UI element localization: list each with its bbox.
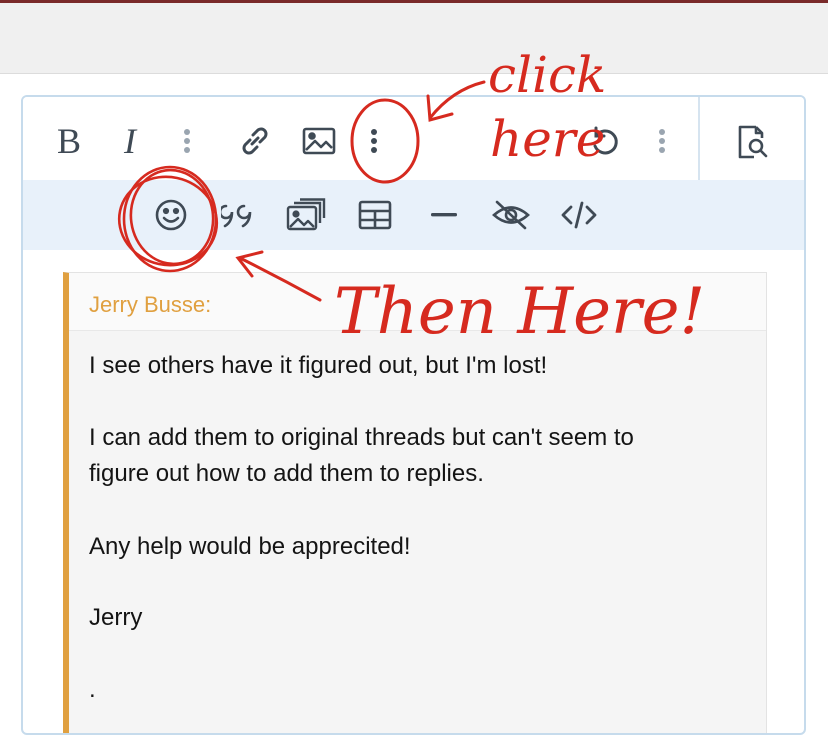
code-icon[interactable]	[559, 197, 599, 233]
toolbar-secondary	[23, 180, 804, 250]
page-header-strip	[0, 0, 828, 74]
quote-line: I see others have it figured out, but I'…	[89, 352, 548, 379]
bold-button[interactable]: B	[53, 121, 85, 161]
more-options-icon[interactable]	[366, 126, 382, 156]
italic-button[interactable]: I	[115, 121, 145, 161]
quote-line: .	[89, 676, 96, 703]
more-options-icon[interactable]	[179, 126, 195, 156]
quote-line: Any help would be apprecited!	[89, 533, 411, 560]
quote-icon[interactable]	[220, 197, 260, 233]
undo-icon[interactable]	[586, 123, 622, 159]
media-gallery-icon[interactable]	[285, 197, 327, 233]
quote-author[interactable]: Jerry Busse:	[89, 292, 211, 318]
image-icon[interactable]	[301, 125, 337, 157]
quote-line: I can add them to original threads but c…	[89, 424, 634, 451]
link-icon[interactable]	[237, 123, 273, 159]
blockquote: Jerry Busse: I see others have it figure…	[63, 272, 767, 733]
toolbar-divider	[698, 97, 700, 180]
more-options-icon[interactable]	[654, 126, 670, 156]
spoiler-icon[interactable]	[490, 197, 532, 233]
quote-header: Jerry Busse:	[69, 273, 766, 331]
preview-icon[interactable]	[733, 123, 771, 161]
table-icon[interactable]	[357, 198, 393, 232]
rich-text-editor: B I Jerry Busse: I see others have it fi…	[21, 95, 806, 735]
smiley-icon[interactable]	[153, 197, 189, 233]
editor-content[interactable]: Jerry Busse: I see others have it figure…	[23, 250, 804, 733]
horizontal-rule-icon[interactable]	[427, 206, 461, 224]
quote-line: Jerry	[89, 604, 143, 631]
toolbar-primary: B I	[23, 97, 804, 180]
quote-line: figure out how to add them to replies.	[89, 460, 484, 487]
